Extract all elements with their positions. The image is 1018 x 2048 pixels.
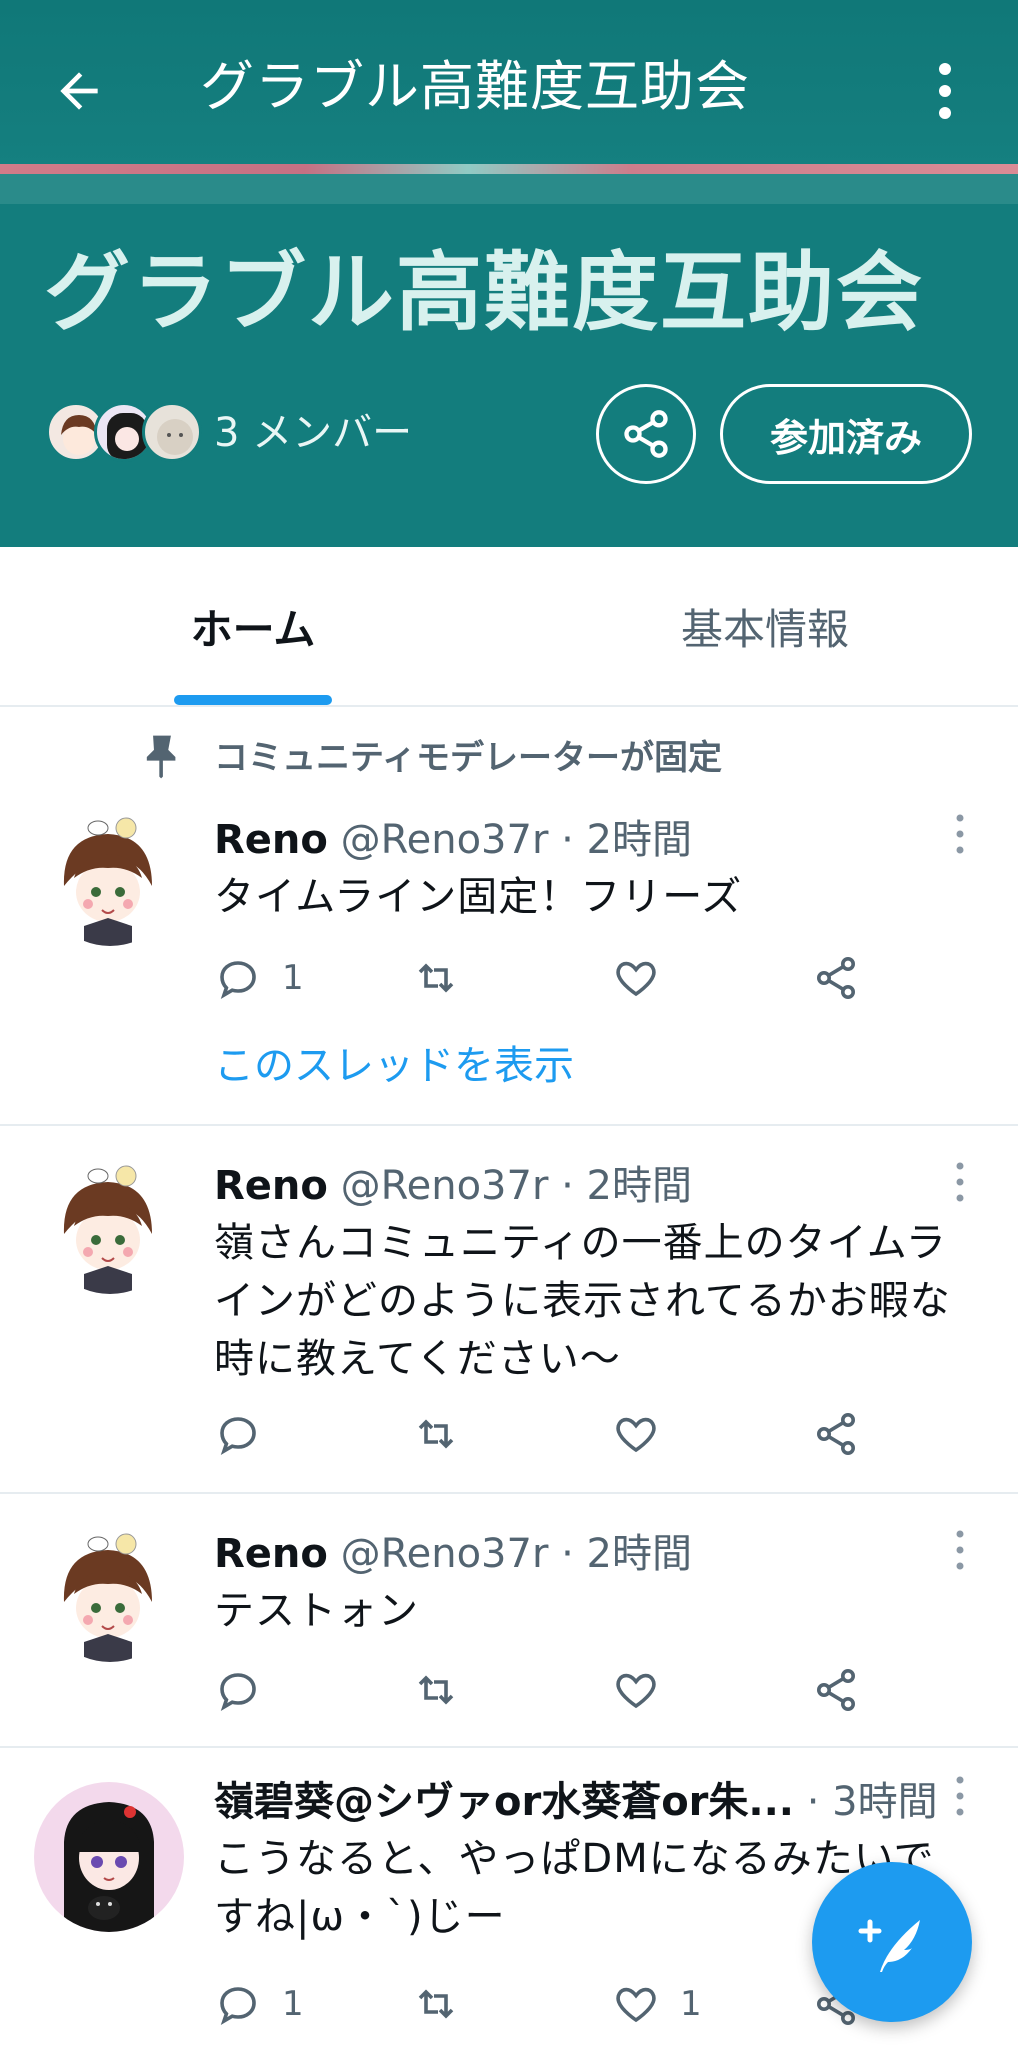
share-icon <box>624 410 668 458</box>
joined-button[interactable]: 参加済み <box>720 384 972 484</box>
avatar[interactable] <box>40 1154 180 1294</box>
retweet-icon <box>418 963 454 993</box>
tweet-actions <box>214 1402 974 1466</box>
back-arrow-icon <box>60 72 98 110</box>
retweet-button[interactable] <box>412 946 460 1010</box>
tab-about[interactable]: 基本情報 <box>640 547 890 705</box>
reply-button[interactable] <box>214 1402 282 1466</box>
tweet-time: · 2時間 <box>561 817 692 863</box>
banner-stripe <box>0 164 1018 174</box>
tweet-more-icon[interactable] <box>948 1526 972 1574</box>
share-icon <box>817 1669 855 1711</box>
share-community-button[interactable] <box>596 384 696 484</box>
avatar[interactable] <box>34 1782 184 1932</box>
share-button[interactable] <box>812 1658 860 1722</box>
compose-icon <box>858 1919 920 1972</box>
community-header: グラブル高難度互助会 グラブル高難度互助会 3 メンバー 参加済み <box>0 0 1018 547</box>
tab-home[interactable]: ホーム <box>150 547 356 705</box>
members-count[interactable]: 3 メンバー <box>214 408 412 458</box>
share-icon <box>817 1413 855 1455</box>
more-vertical-icon <box>939 63 951 119</box>
tweet-more-icon[interactable] <box>948 810 972 858</box>
author-handle[interactable]: @Reno37r <box>341 817 549 863</box>
community-title: グラブル高難度互助会 <box>44 243 924 343</box>
author-name[interactable]: 嶺碧葵@シヴァor水葵蒼or朱... <box>214 1779 794 1825</box>
like-count: 1 <box>680 1984 702 2024</box>
reply-count: 1 <box>282 1984 304 2024</box>
author-name[interactable]: Reno <box>214 817 328 863</box>
pinned-label: コミュニティモデレーターが固定 <box>214 738 722 778</box>
tweet-header: 嶺碧葵@シヴァor水葵蒼or朱... · 3時間 <box>214 1774 938 1830</box>
tab-bar: ホーム 基本情報 <box>0 547 1018 707</box>
author-handle[interactable]: @Reno37r <box>341 1531 549 1577</box>
tweet-text: タイムライン固定！フリーズ <box>214 874 743 920</box>
like-button[interactable] <box>612 1658 680 1722</box>
tweet-time: · 3時間 <box>806 1779 938 1825</box>
avatar[interactable] <box>40 1522 180 1662</box>
back-button[interactable] <box>44 56 114 126</box>
reply-icon <box>220 961 256 999</box>
tab-indicator <box>174 695 332 705</box>
tweet-header: Reno @Reno37r · 2時間 <box>214 1158 692 1214</box>
tweet-time: · 2時間 <box>561 1531 692 1577</box>
reply-button[interactable]: 1 <box>214 1972 304 2036</box>
avatar <box>142 402 202 462</box>
retweet-icon <box>418 1989 454 2019</box>
share-button[interactable] <box>812 946 860 1010</box>
tweet-header: Reno @Reno37r · 2時間 <box>214 812 692 868</box>
retweet-icon <box>418 1419 454 1449</box>
reply-count: 1 <box>282 958 304 998</box>
reply-icon <box>220 1987 256 2025</box>
reply-button[interactable]: 1 <box>214 946 304 1010</box>
like-icon <box>616 1987 656 2023</box>
reply-icon <box>220 1673 256 1711</box>
like-icon <box>616 961 656 997</box>
author-handle[interactable]: @Reno37r <box>341 1163 549 1209</box>
member-avatars[interactable] <box>46 402 206 462</box>
tweet-more-icon[interactable] <box>948 1158 972 1206</box>
reply-button[interactable] <box>214 1658 282 1722</box>
tweet-more-icon[interactable] <box>948 1772 972 1820</box>
tweet-text: テストォン <box>214 1588 419 1634</box>
like-icon <box>616 1417 656 1453</box>
retweet-icon <box>418 1675 454 1705</box>
avatar[interactable] <box>40 806 180 946</box>
author-name[interactable]: Reno <box>214 1163 328 1209</box>
tweet-actions <box>214 1658 974 1722</box>
compose-button[interactable] <box>812 1862 972 2022</box>
topbar-title: グラブル高難度互助会 <box>200 55 750 118</box>
tweet-time: · 2時間 <box>561 1163 692 1209</box>
more-options-button[interactable] <box>920 56 970 126</box>
pinned-indicator: コミュニティモデレーターが固定 <box>0 730 1018 786</box>
share-icon <box>817 957 855 999</box>
retweet-button[interactable] <box>412 1658 460 1722</box>
like-button[interactable]: 1 <box>612 1972 702 2036</box>
retweet-button[interactable] <box>412 1972 460 2036</box>
author-name[interactable]: Reno <box>214 1531 328 1577</box>
tweet[interactable]: Reno @Reno37r · 2時間 嶺さんコミュニティの一番上のタイムライン… <box>0 1126 1018 1492</box>
banner-band <box>0 174 1018 204</box>
show-thread-link[interactable]: このスレッドを表示 <box>214 1038 574 1094</box>
pin-icon <box>146 735 176 779</box>
tweet-text: 嶺さんコミュニティの一番上のタイムラインがどのように表示されてるかお暇な時に教え… <box>214 1220 951 1382</box>
tweet[interactable]: Reno @Reno37r · 2時間 タイムライン固定！フリーズ 1 このスレ… <box>0 786 1018 1124</box>
tweet-header: Reno @Reno37r · 2時間 <box>214 1526 692 1582</box>
reply-icon <box>220 1417 256 1455</box>
share-button[interactable] <box>812 1402 860 1466</box>
tweet[interactable]: Reno @Reno37r · 2時間 テストォン <box>0 1494 1018 1746</box>
like-button[interactable] <box>612 1402 680 1466</box>
like-icon <box>616 1673 656 1709</box>
tweet-actions: 1 <box>214 946 974 1010</box>
like-button[interactable] <box>612 946 680 1010</box>
retweet-button[interactable] <box>412 1402 460 1466</box>
